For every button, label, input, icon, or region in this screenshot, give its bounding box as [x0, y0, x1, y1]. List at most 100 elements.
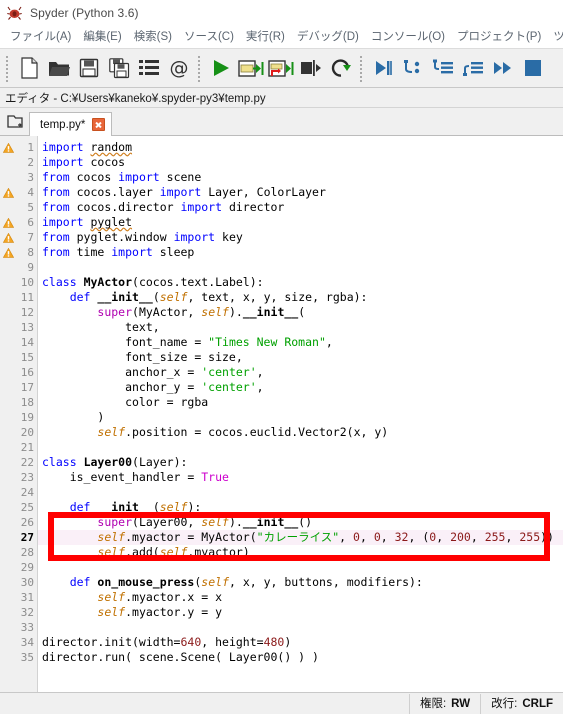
debug-step-return-icon[interactable] — [458, 52, 488, 84]
code-line[interactable]: font_size = size, — [38, 350, 563, 365]
run-cell-icon[interactable] — [236, 52, 266, 84]
line-number: 13 — [20, 321, 34, 334]
code-line[interactable] — [38, 440, 563, 455]
warning-icon[interactable] — [2, 217, 15, 228]
code-line[interactable]: self.add(self.myactor) — [38, 545, 563, 560]
code-line[interactable]: from time import sleep — [38, 245, 563, 260]
line-number: 30 — [20, 576, 34, 589]
menu-source[interactable]: ソース(C) — [178, 26, 240, 48]
code-editor[interactable]: 1 2 3 4 5 6 7 8 9 10 11 12 13 14 15 16 17 18 19 20 21 22 23 24 2… — [0, 136, 563, 692]
code-line[interactable]: is_event_handler = True — [38, 470, 563, 485]
debug-step-icon[interactable] — [398, 52, 428, 84]
menu-tools[interactable]: ツール(T) — [547, 26, 563, 48]
warning-icon[interactable] — [2, 247, 15, 258]
toolbar-grip-run[interactable] — [196, 54, 203, 82]
browse-tabs-icon[interactable] — [4, 110, 26, 134]
menu-projects[interactable]: プロジェクト(P) — [451, 26, 547, 48]
code-line[interactable]: self.position = cocos.euclid.Vector2(x, … — [38, 425, 563, 440]
editor-pane-title: エディタ - C:¥Users¥kaneko¥.spyder-py3¥temp.… — [0, 88, 563, 108]
warning-icon[interactable] — [2, 187, 15, 198]
code-line[interactable]: def __init__(self): — [38, 500, 563, 515]
debug-step-into-icon[interactable] — [428, 52, 458, 84]
rerun-icon[interactable] — [326, 52, 356, 84]
code-line[interactable]: def on_mouse_press(self, x, y, buttons, … — [38, 575, 563, 590]
code-line[interactable]: super(MyActor, self).__init__( — [38, 305, 563, 320]
toolbar-grip-debug[interactable] — [358, 54, 365, 82]
line-number: 17 — [20, 381, 34, 394]
code-line[interactable]: anchor_y = 'center', — [38, 380, 563, 395]
svg-text:@: @ — [170, 57, 189, 79]
code-line[interactable]: ) — [38, 410, 563, 425]
code-line[interactable]: color = rgba — [38, 395, 563, 410]
code-line[interactable] — [38, 560, 563, 575]
line-number: 33 — [20, 621, 34, 634]
code-line[interactable] — [38, 260, 563, 275]
line-number: 12 — [20, 306, 34, 319]
editor-tab-temp-py[interactable]: temp.py* — [29, 112, 113, 136]
code-line[interactable]: super(Layer00, self).__init__() — [38, 515, 563, 530]
line-number: 5 — [27, 201, 34, 214]
code-line[interactable] — [38, 485, 563, 500]
line-number: 24 — [20, 486, 34, 499]
line-number: 20 — [20, 426, 34, 439]
menu-debug[interactable]: デバッグ(D) — [291, 26, 365, 48]
code-line[interactable] — [38, 620, 563, 635]
debug-continue-icon[interactable] — [488, 52, 518, 84]
line-number: 22 — [20, 456, 34, 469]
line-number: 7 — [0, 230, 37, 245]
warning-icon[interactable] — [2, 232, 15, 243]
file-list-icon[interactable] — [134, 52, 164, 84]
run-selection-icon[interactable] — [296, 52, 326, 84]
code-line[interactable]: class MyActor(cocos.text.Label): — [38, 275, 563, 290]
code-line[interactable]: font_name = "Times New Roman", — [38, 335, 563, 350]
code-line[interactable]: import pyglet — [38, 215, 563, 230]
code-line[interactable]: text, — [38, 320, 563, 335]
save-file-icon[interactable] — [74, 52, 104, 84]
code-line[interactable]: self.myactor = MyActor("カレーライス", 0, 0, 3… — [38, 530, 563, 545]
run-file-icon[interactable] — [206, 52, 236, 84]
menu-edit[interactable]: 編集(E) — [77, 26, 127, 48]
status-eol: 改行: CRLF — [480, 693, 563, 714]
code-line[interactable]: from cocos import scene — [38, 170, 563, 185]
line-number: 28 — [20, 546, 34, 559]
editor-tab-label: temp.py* — [40, 118, 86, 131]
code-text-area[interactable]: import random import cocos from cocos impo… — [38, 136, 563, 692]
code-line[interactable]: from cocos.director import director — [38, 200, 563, 215]
line-number: 3 — [27, 171, 34, 184]
save-all-icon[interactable] — [104, 52, 134, 84]
open-file-icon[interactable] — [44, 52, 74, 84]
code-line[interactable]: import random — [38, 140, 563, 155]
close-tab-icon[interactable] — [92, 118, 106, 131]
code-line[interactable]: from pyglet.window import key — [38, 230, 563, 245]
code-line[interactable]: anchor_x = 'center', — [38, 365, 563, 380]
menu-file[interactable]: ファイル(A) — [4, 26, 77, 48]
code-line[interactable]: self.myactor.x = x — [38, 590, 563, 605]
debug-file-icon[interactable] — [368, 52, 398, 84]
new-file-icon[interactable] — [14, 52, 44, 84]
menu-search[interactable]: 検索(S) — [128, 26, 178, 48]
code-line[interactable]: def __init__(self, text, x, y, size, rgb… — [38, 290, 563, 305]
toolbar-grip-file[interactable] — [4, 54, 11, 82]
code-line[interactable]: from cocos.layer import Layer, ColorLaye… — [38, 185, 563, 200]
at-sign-icon[interactable]: @ — [164, 52, 194, 84]
debug-stop-icon[interactable] — [518, 52, 548, 84]
menu-console[interactable]: コンソール(O) — [365, 26, 451, 48]
status-eol-label: 改行: — [491, 697, 518, 710]
line-number: 27 — [20, 531, 34, 544]
line-number: 19 — [20, 411, 34, 424]
code-line[interactable]: class Layer00(Layer): — [38, 455, 563, 470]
line-number: 26 — [20, 516, 34, 529]
code-line[interactable]: import cocos — [38, 155, 563, 170]
line-number-gutter: 1 2 3 4 5 6 7 8 9 10 11 12 13 14 15 16 17 18 19 20 21 22 23 24 2… — [0, 136, 38, 692]
editor-tab-bar: temp.py* — [0, 108, 563, 136]
status-permission: 権限: RW — [408, 693, 480, 714]
code-line[interactable]: director.run( scene.Scene( Layer00() ) ) — [38, 650, 563, 665]
code-line[interactable]: self.myactor.y = y — [38, 605, 563, 620]
spyder-logo-icon — [7, 6, 22, 21]
menu-run[interactable]: 実行(R) — [240, 26, 291, 48]
line-number: 1 — [0, 140, 37, 155]
run-cell-advance-icon[interactable] — [266, 52, 296, 84]
code-line[interactable]: director.init(width=640, height=480) — [38, 635, 563, 650]
warning-icon[interactable] — [2, 142, 15, 153]
line-number: 29 — [20, 561, 34, 574]
